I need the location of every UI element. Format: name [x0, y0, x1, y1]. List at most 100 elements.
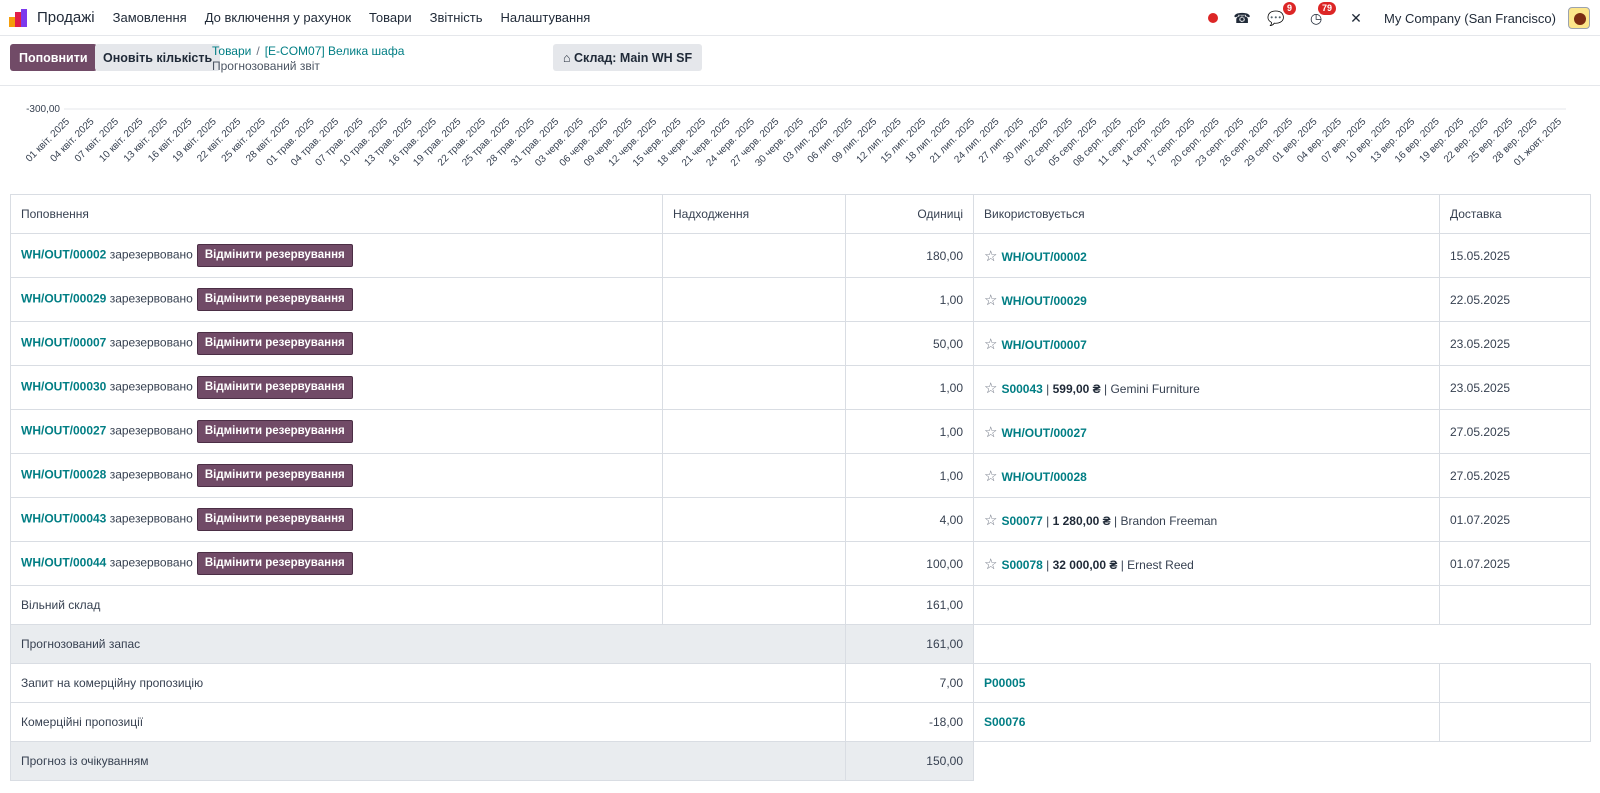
sales-app-icon[interactable] [9, 8, 29, 27]
order-amount: 599,00 ₴ [1052, 381, 1101, 396]
units-cell: 100,00 [845, 541, 974, 586]
breadcrumb: Товари / [E-COM07] Велика шафа [212, 44, 404, 58]
chat-icon[interactable]: 💬 9 [1266, 2, 1297, 28]
breadcrumb-products-link[interactable]: Товари [212, 44, 251, 58]
table-row: WH/OUT/00027 зарезервовано Відмінити резе… [10, 409, 1591, 454]
warehouse-label: Склад: Main WH SF [574, 50, 693, 65]
used-by-link[interactable]: WH/OUT/00029 [1001, 294, 1086, 308]
table-row: WH/OUT/00044 зарезервовано Відмінити резе… [10, 541, 1591, 586]
warehouse-button[interactable]: ⌂ Склад: Main WH SF [553, 44, 703, 71]
move-link[interactable]: WH/OUT/00029 [21, 292, 106, 306]
unreserve-button[interactable]: Відмінити резервування [196, 508, 353, 531]
menu-configuration[interactable]: Налаштування [501, 10, 591, 25]
breadcrumb-product-link[interactable]: [E-COM07] Велика шафа [265, 44, 405, 58]
delivery-date: 27.05.2025 [1439, 409, 1591, 454]
used-by-link[interactable]: S00043 [1001, 382, 1042, 396]
recording-dot-icon[interactable] [1208, 13, 1219, 23]
top-navbar: Продажі Замовлення До включення у рахуно… [0, 0, 1600, 36]
replenish-button[interactable]: Поповнити [10, 44, 97, 71]
used-by-cell: ☆ WH/OUT/00002 [973, 233, 1440, 278]
favorite-star-icon[interactable]: ☆ [984, 424, 997, 441]
company-switcher[interactable]: My Company (San Francisco) [1384, 11, 1556, 26]
table-row: WH/OUT/00029 зарезервовано Відмінити резе… [10, 277, 1591, 322]
rfq-value: 7,00 [845, 663, 974, 703]
control-panel: Поповнити Оновіть кількість Товари / [E-CO… [0, 36, 1600, 86]
move-link[interactable]: WH/OUT/00007 [21, 336, 106, 350]
update-quantity-button[interactable]: Оновіть кількість [95, 44, 221, 71]
receipt-cell [662, 497, 846, 542]
favorite-star-icon[interactable]: ☆ [984, 336, 997, 353]
replenishment-cell: WH/OUT/00028 зарезервовано Відмінити резе… [10, 453, 663, 498]
replenishment-cell: WH/OUT/00044 зарезервовано Відмінити резе… [10, 541, 663, 586]
favorite-star-icon[interactable]: ☆ [984, 292, 997, 309]
move-link[interactable]: WH/OUT/00030 [21, 380, 106, 394]
favorite-star-icon[interactable]: ☆ [984, 380, 997, 397]
quotation-link[interactable]: S00076 [984, 715, 1025, 729]
x-tick-labels: 01 квіт. 202504 квіт. 202507 квіт. 20251… [24, 116, 1564, 169]
move-link[interactable]: WH/OUT/00044 [21, 556, 106, 570]
unreserve-button[interactable]: Відмінити резервування [196, 552, 353, 575]
delivery-date: 27.05.2025 [1439, 453, 1591, 498]
used-by-link[interactable]: WH/OUT/00007 [1001, 338, 1086, 352]
forecasted-stock-value: 161,00 [845, 624, 974, 664]
order-amount: 32 000,00 ₴ [1052, 557, 1118, 572]
unreserve-button[interactable]: Відмінити резервування [196, 464, 353, 487]
separator: | [1117, 557, 1128, 572]
favorite-star-icon[interactable]: ☆ [984, 512, 997, 529]
unreserve-button[interactable]: Відмінити резервування [196, 376, 353, 399]
units-cell: 1,00 [845, 277, 974, 322]
move-link[interactable]: WH/OUT/00027 [21, 424, 106, 438]
rfq-link[interactable]: P00005 [984, 676, 1025, 690]
replenishment-cell: WH/OUT/00029 зарезервовано Відмінити резе… [10, 277, 663, 322]
menu-orders[interactable]: Замовлення [113, 10, 187, 25]
used-by-link[interactable]: S00078 [1001, 558, 1042, 572]
receipt-cell [662, 321, 846, 366]
tools-icon[interactable]: ✕ [1346, 8, 1366, 28]
phone-icon[interactable]: ☎ [1232, 8, 1252, 28]
receipt-cell [662, 453, 846, 498]
replenishment-cell: WH/OUT/00027 зарезервовано Відмінити резе… [10, 409, 663, 454]
unreserve-button[interactable]: Відмінити резервування [196, 244, 353, 267]
used-by-cell: ☆ S00043 | 599,00 ₴ | Gemini Furniture [973, 365, 1440, 410]
user-avatar[interactable] [1568, 7, 1590, 29]
unreserve-button[interactable]: Відмінити резервування [196, 420, 353, 443]
used-by-link[interactable]: WH/OUT/00027 [1001, 426, 1086, 440]
separator: | [1100, 381, 1111, 396]
used-by-link[interactable]: WH/OUT/00002 [1001, 250, 1086, 264]
free-stock-value: 161,00 [845, 585, 974, 625]
delivery-date: 15.05.2025 [1439, 233, 1591, 278]
move-link[interactable]: WH/OUT/00043 [21, 512, 106, 526]
favorite-star-icon[interactable]: ☆ [984, 468, 997, 485]
reserved-text: зарезервовано [109, 291, 193, 306]
main-menu: Замовлення До включення у рахунок Товари… [113, 10, 609, 25]
separator: | [1042, 381, 1053, 396]
menu-products[interactable]: Товари [369, 10, 412, 25]
receipt-cell [662, 365, 846, 410]
used-by-cell: ☆ S00078 | 32 000,00 ₴ | Ernest Reed [973, 541, 1440, 586]
move-link[interactable]: WH/OUT/00028 [21, 468, 106, 482]
activity-clock-icon[interactable]: ◷ 79 [1306, 2, 1337, 28]
forecast-pending-row: Прогноз із очікуванням 150,00 [10, 741, 1591, 781]
favorite-star-icon[interactable]: ☆ [984, 248, 997, 265]
move-link[interactable]: WH/OUT/00002 [21, 248, 106, 262]
used-by-cell: ☆ WH/OUT/00029 [973, 277, 1440, 322]
y-tick-label: -300,00 [26, 104, 60, 115]
used-by-link[interactable]: S00077 [1001, 514, 1042, 528]
reserved-text: зарезервовано [109, 379, 193, 394]
favorite-star-icon[interactable]: ☆ [984, 556, 997, 573]
navbar-systray: ☎ 💬 9 ◷ 79 ✕ My Company (San Francisco) [1208, 0, 1600, 36]
app-name[interactable]: Продажі [37, 9, 95, 26]
menu-reporting[interactable]: Звітність [430, 10, 483, 25]
forecast-pending-label: Прогноз із очікуванням [10, 741, 846, 781]
partner-name: Gemini Furniture [1110, 381, 1200, 396]
units-cell: 1,00 [845, 453, 974, 498]
unreserve-button[interactable]: Відмінити резервування [196, 332, 353, 355]
replenishment-cell: WH/OUT/00043 зарезервовано Відмінити резе… [10, 497, 663, 542]
used-by-link[interactable]: WH/OUT/00028 [1001, 470, 1086, 484]
menu-to-invoice[interactable]: До включення у рахунок [205, 10, 351, 25]
unreserve-button[interactable]: Відмінити резервування [196, 288, 353, 311]
rfq-row: Запит на комерційну пропозицію 7,00 P000… [10, 663, 1591, 703]
table-row: WH/OUT/00002 зарезервовано Відмінити резе… [10, 233, 1591, 278]
delivery-date: 01.07.2025 [1439, 541, 1591, 586]
rfq-label: Запит на комерційну пропозицію [10, 663, 846, 703]
